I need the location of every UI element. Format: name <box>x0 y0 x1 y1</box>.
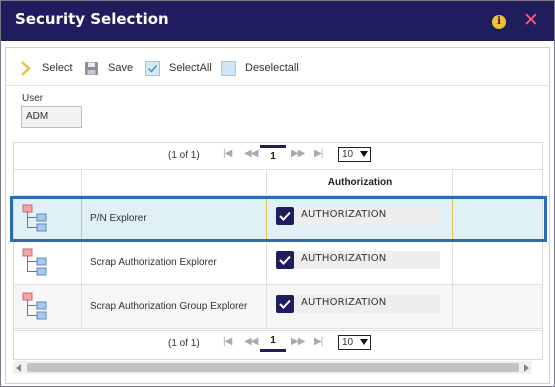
close-icon[interactable]: ✕ <box>523 11 539 31</box>
prev-page-icon[interactable]: ◀◀ <box>244 336 258 347</box>
select-button[interactable]: Select <box>18 60 73 76</box>
column-divider <box>81 241 82 284</box>
next-page-icon[interactable]: ▶▶ <box>291 336 305 347</box>
info-icon[interactable]: i <box>492 15 506 29</box>
deselectall-button[interactable]: Deselectall <box>221 60 299 76</box>
authorization-label: AUTHORIZATION <box>301 297 387 308</box>
page-size-value: 10 <box>342 337 354 348</box>
last-page-icon[interactable]: ▶| <box>314 336 323 347</box>
table-row[interactable]: P/N Explorer AUTHORIZATION <box>14 197 542 241</box>
column-divider <box>266 285 267 328</box>
column-divider <box>452 241 453 284</box>
column-divider <box>81 170 82 195</box>
authorization-label: AUTHORIZATION <box>301 209 387 220</box>
row-name: Scrap Authorization Explorer <box>90 257 217 268</box>
column-divider <box>81 285 82 328</box>
first-page-icon[interactable]: |◀ <box>223 148 232 159</box>
column-divider <box>266 241 267 284</box>
authorization-label: AUTHORIZATION <box>301 253 387 264</box>
user-label: User <box>22 93 44 104</box>
scroll-left-icon[interactable] <box>16 364 21 372</box>
scrollbar-thumb[interactable] <box>27 363 519 372</box>
horizontal-scrollbar[interactable] <box>13 361 532 374</box>
toolbar: Select Save SelectAll Deselectall <box>6 48 549 86</box>
authorization-column-header[interactable]: Authorization <box>267 170 453 196</box>
first-page-icon[interactable]: |◀ <box>223 336 232 347</box>
column-divider <box>266 197 267 240</box>
scroll-right-icon[interactable] <box>524 364 529 372</box>
chevron-right-icon <box>18 60 33 76</box>
table-row[interactable]: Scrap Authorization Group Explorer AUTHO… <box>14 285 542 329</box>
top-pager: (1 of 1) |◀ ◀◀ 1 ▶▶ ▶| 10 <box>14 143 542 169</box>
select-label: Select <box>42 62 73 74</box>
page-count: (1 of 1) <box>168 150 200 161</box>
next-page-icon[interactable]: ▶▶ <box>291 148 305 159</box>
row-name: Scrap Authorization Group Explorer <box>90 301 248 312</box>
page-count: (1 of 1) <box>168 338 200 349</box>
table-row[interactable]: Scrap Authorization Explorer AUTHORIZATI… <box>14 241 542 285</box>
user-field[interactable]: ADM <box>21 106 82 128</box>
authorization-checkbox[interactable] <box>276 295 294 313</box>
chevron-down-icon <box>360 151 368 157</box>
title-bar: Security Selection i ✕ <box>1 1 554 41</box>
column-divider <box>452 285 453 328</box>
chevron-down-icon <box>360 339 368 345</box>
page-size-select[interactable]: 10 <box>338 335 371 350</box>
floppy-disk-icon <box>84 61 99 76</box>
dialog-title: Security Selection <box>15 10 169 28</box>
dialog-content: Select Save SelectAll Deselectall User A… <box>5 47 550 384</box>
current-page[interactable]: 1 <box>260 332 286 352</box>
selectall-button[interactable]: SelectAll <box>145 60 212 76</box>
last-page-icon[interactable]: ▶| <box>314 148 323 159</box>
tree-structure-icon <box>22 204 48 232</box>
checked-box-icon <box>145 60 160 76</box>
security-grid: (1 of 1) |◀ ◀◀ 1 ▶▶ ▶| 10 Authorization <box>13 142 543 360</box>
security-selection-dialog: Security Selection i ✕ Select Save Selec… <box>0 0 555 387</box>
tree-structure-icon <box>22 292 48 320</box>
authorization-checkbox[interactable] <box>276 251 294 269</box>
save-label: Save <box>108 62 134 74</box>
row-name: P/N Explorer <box>90 213 147 224</box>
empty-box-icon <box>221 60 236 76</box>
bottom-pager: (1 of 1) |◀ ◀◀ 1 ▶▶ ▶| 10 <box>14 330 542 356</box>
column-divider <box>81 197 82 240</box>
save-button[interactable]: Save <box>84 60 133 76</box>
selectall-label: SelectAll <box>169 62 212 74</box>
authorization-checkbox[interactable] <box>276 207 294 225</box>
page-size-value: 10 <box>342 149 354 160</box>
grid-header: Authorization <box>14 169 542 196</box>
tree-structure-icon <box>22 248 48 276</box>
page-size-select[interactable]: 10 <box>338 147 371 162</box>
deselectall-label: Deselectall <box>245 62 299 74</box>
column-divider <box>452 197 453 240</box>
prev-page-icon[interactable]: ◀◀ <box>244 148 258 159</box>
current-page[interactable]: 1 <box>260 145 286 165</box>
